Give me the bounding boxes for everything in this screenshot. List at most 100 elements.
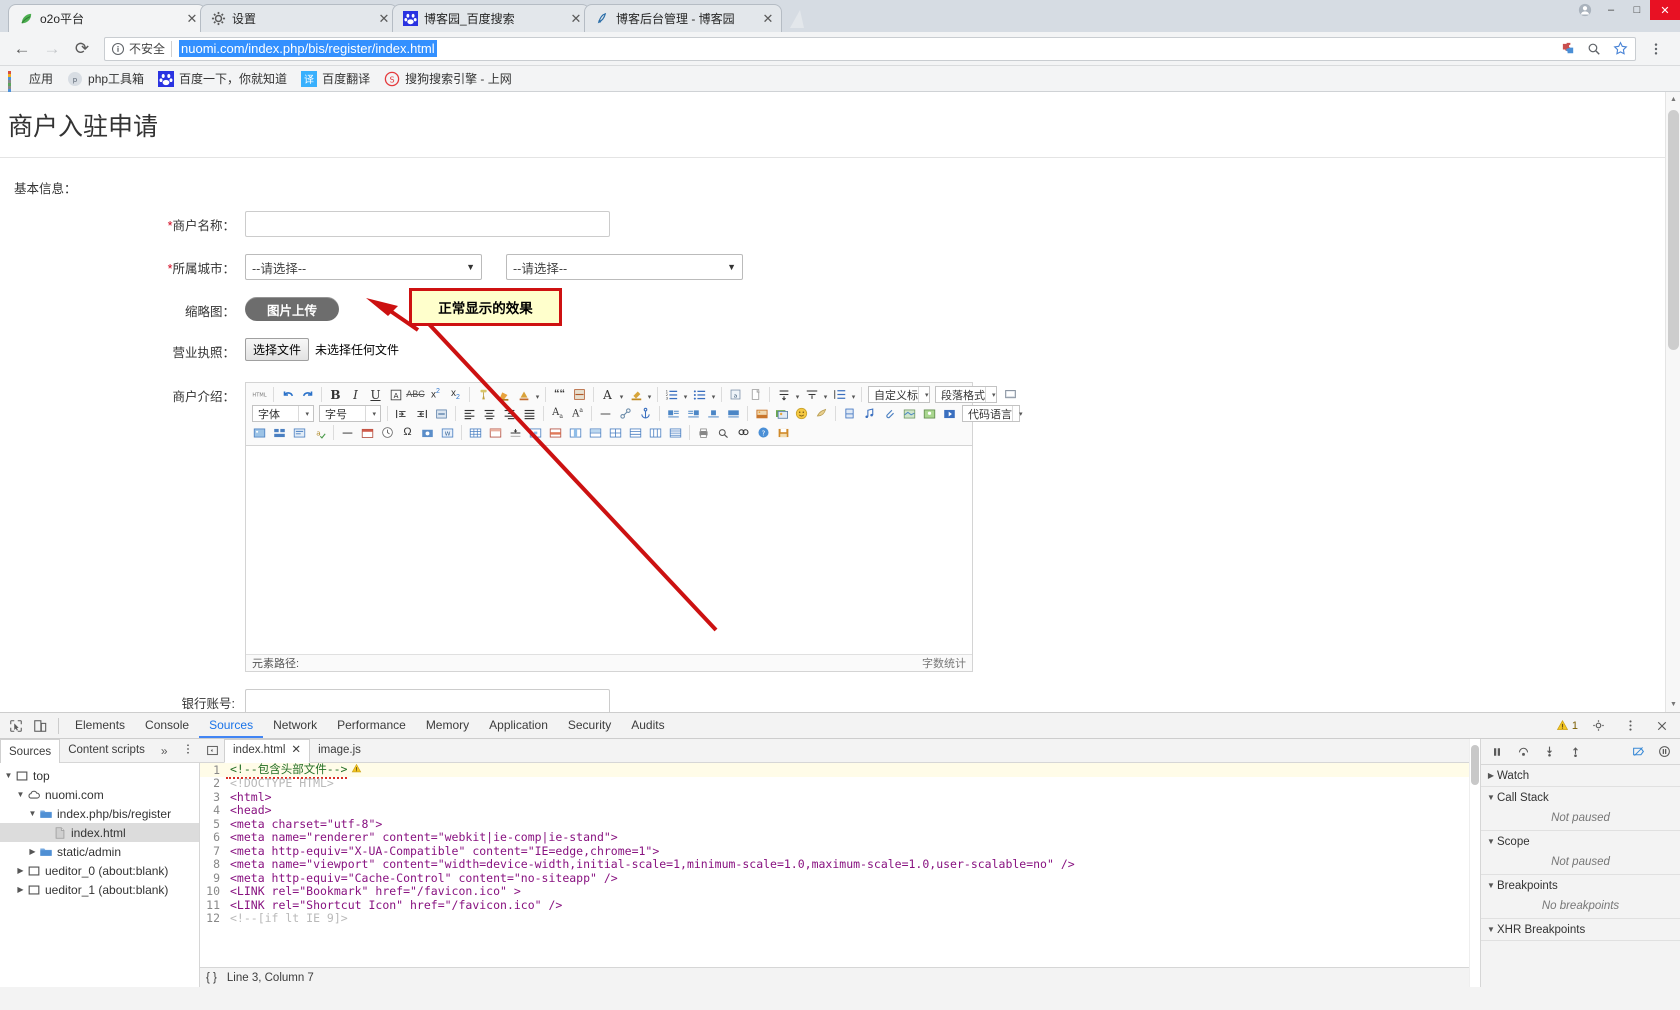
step-into-icon[interactable] bbox=[1539, 742, 1559, 762]
reload-button[interactable]: ⟳ bbox=[68, 35, 96, 63]
scroll-up-arrow-icon[interactable]: ▲ bbox=[1666, 92, 1680, 107]
magnifier-icon[interactable] bbox=[1585, 40, 1603, 58]
warning-count-badge[interactable]: 1 bbox=[1556, 719, 1578, 732]
devtools-tab-console[interactable]: Console bbox=[135, 713, 199, 738]
tree-node-nuomi[interactable]: ▼ nuomi.com bbox=[0, 785, 199, 804]
back-button[interactable]: ← bbox=[8, 35, 36, 63]
attachment-icon[interactable] bbox=[880, 405, 899, 423]
img-right-icon[interactable] bbox=[684, 405, 703, 423]
browser-tab-2-close-icon[interactable]: ✕ bbox=[569, 12, 583, 26]
file-tab-index-html[interactable]: index.html ✕ bbox=[224, 738, 311, 763]
chevron-down-icon[interactable]: ▾ bbox=[850, 386, 857, 404]
devtools-tab-memory[interactable]: Memory bbox=[416, 713, 479, 738]
pause-on-exceptions-icon[interactable] bbox=[1654, 742, 1674, 762]
img-left-icon[interactable] bbox=[664, 405, 683, 423]
browser-tab-3-close-icon[interactable]: ✕ bbox=[761, 12, 775, 26]
custom-style-combo[interactable]: 自定义标 ▾ bbox=[868, 386, 930, 403]
search-replace-icon[interactable] bbox=[290, 424, 309, 442]
wordimage-icon[interactable]: W bbox=[438, 424, 457, 442]
page-vertical-scrollbar[interactable]: ▲ ▼ bbox=[1665, 92, 1680, 712]
direction-icon[interactable] bbox=[432, 405, 451, 423]
browser-tab-1-close-icon[interactable]: ✕ bbox=[377, 12, 391, 26]
table-prop-icon[interactable] bbox=[486, 424, 505, 442]
devtools-tab-audits[interactable]: Audits bbox=[621, 713, 674, 738]
chevron-right-icon[interactable]: ▶ bbox=[26, 847, 39, 856]
tree-node-top[interactable]: ▼ top bbox=[0, 766, 199, 785]
format-code-icon[interactable]: { } bbox=[206, 972, 217, 984]
time-icon[interactable] bbox=[378, 424, 397, 442]
font-color-icon[interactable]: A bbox=[598, 386, 617, 404]
device-toolbar-icon[interactable] bbox=[28, 714, 52, 738]
img-center-icon[interactable] bbox=[704, 405, 723, 423]
three-dot-menu-icon[interactable] bbox=[1618, 714, 1642, 738]
preview-icon[interactable] bbox=[714, 424, 733, 442]
sources-file-tree[interactable]: ▼ top ▼ nuomi.com ▼ index.php/bis/regist… bbox=[0, 763, 200, 987]
code-language-combo[interactable]: 代码语言 ▾ bbox=[962, 405, 1023, 422]
bold-icon[interactable]: B bbox=[326, 386, 345, 404]
scrollbar-thumb[interactable] bbox=[1668, 110, 1679, 350]
italic-icon[interactable]: I bbox=[346, 386, 365, 404]
insert-table-icon[interactable] bbox=[466, 424, 485, 442]
maximize-button[interactable]: □ bbox=[1624, 0, 1650, 20]
delete-col-icon[interactable] bbox=[646, 424, 665, 442]
font-family-combo[interactable]: 字体 ▾ bbox=[252, 405, 314, 422]
blockquote-icon[interactable]: ““ bbox=[550, 386, 569, 404]
insert-image-icon[interactable] bbox=[752, 405, 771, 423]
tree-node-static-admin[interactable]: ▶ static/admin bbox=[0, 842, 199, 861]
date-icon[interactable] bbox=[358, 424, 377, 442]
devtools-tab-network[interactable]: Network bbox=[263, 713, 327, 738]
tree-node-ueditor-0[interactable]: ▶ ueditor_0 (about:blank) bbox=[0, 861, 199, 880]
file-tab-image-js[interactable]: image.js bbox=[310, 739, 369, 762]
text-color-icon[interactable] bbox=[514, 386, 533, 404]
strikethrough-icon[interactable]: ABC bbox=[406, 386, 425, 404]
step-out-icon[interactable] bbox=[1565, 742, 1585, 762]
breakpoints-pane-header[interactable]: ▼ Breakpoints bbox=[1481, 875, 1680, 896]
search-icon[interactable] bbox=[734, 424, 753, 442]
province-select[interactable]: --请选择-- ▼ bbox=[245, 254, 482, 280]
devtools-tab-performance[interactable]: Performance bbox=[327, 713, 416, 738]
browser-tab-0[interactable]: o2o平台 ✕ bbox=[8, 4, 206, 32]
cell-prop-icon[interactable] bbox=[526, 424, 545, 442]
subscript-icon[interactable]: x2 bbox=[446, 386, 465, 404]
chevron-down-icon[interactable]: ▾ bbox=[794, 386, 801, 404]
address-bar[interactable]: 不安全 nuomi.com/index.php/bis/register/ind… bbox=[104, 36, 1636, 61]
underline-icon[interactable]: U bbox=[366, 386, 385, 404]
insert-col-icon[interactable] bbox=[566, 424, 585, 442]
snapshot-icon[interactable] bbox=[418, 424, 437, 442]
anchor-icon[interactable] bbox=[636, 405, 655, 423]
deactivate-breakpoints-icon[interactable] bbox=[1628, 742, 1648, 762]
insert-code-icon[interactable]: a bbox=[726, 386, 745, 404]
html-source-icon[interactable]: HTML bbox=[250, 386, 269, 404]
indent-decrease-icon[interactable] bbox=[412, 405, 431, 423]
webapp-icon[interactable] bbox=[812, 405, 831, 423]
bookmark-baidu-translate[interactable]: 译 百度翻译 bbox=[301, 70, 370, 87]
page-break-icon[interactable] bbox=[570, 386, 589, 404]
gear-icon[interactable] bbox=[1586, 714, 1610, 738]
chevron-right-icon[interactable]: ▶ bbox=[14, 885, 27, 894]
chevron-down-icon[interactable]: ▼ bbox=[26, 809, 39, 818]
scrollbar-thumb[interactable] bbox=[1471, 745, 1479, 785]
align-justify-icon[interactable] bbox=[520, 405, 539, 423]
img-none-icon[interactable] bbox=[724, 405, 743, 423]
bookmark-php-toolbox[interactable]: p php工具箱 bbox=[67, 70, 144, 87]
map-icon[interactable] bbox=[900, 405, 919, 423]
puzzle-icon[interactable] bbox=[1559, 40, 1577, 58]
horizontal-line-icon[interactable] bbox=[338, 424, 357, 442]
insert-row-icon[interactable] bbox=[546, 424, 565, 442]
watch-pane-header[interactable]: ▶ Watch bbox=[1481, 765, 1680, 786]
merge-cells-icon[interactable] bbox=[586, 424, 605, 442]
chevron-down-icon[interactable]: ▾ bbox=[618, 386, 625, 404]
scroll-down-arrow-icon[interactable]: ▼ bbox=[1666, 697, 1680, 712]
indent-increase-icon[interactable] bbox=[392, 405, 411, 423]
save-icon[interactable] bbox=[774, 424, 793, 442]
row-prop-icon[interactable] bbox=[506, 424, 525, 442]
file-tab-close-icon[interactable]: ✕ bbox=[291, 739, 301, 762]
flash-icon[interactable] bbox=[940, 405, 959, 423]
choose-file-button[interactable]: 选择文件 bbox=[245, 338, 310, 361]
font-size-combo[interactable]: 字号 ▾ bbox=[319, 405, 381, 422]
close-window-button[interactable]: ✕ bbox=[1650, 0, 1680, 20]
align-right-icon[interactable] bbox=[500, 405, 519, 423]
superscript-icon[interactable]: x2 bbox=[426, 386, 445, 404]
browser-tab-2[interactable]: 博客园_百度搜索 ✕ bbox=[392, 4, 590, 32]
code-vertical-scrollbar[interactable] bbox=[1469, 739, 1480, 987]
